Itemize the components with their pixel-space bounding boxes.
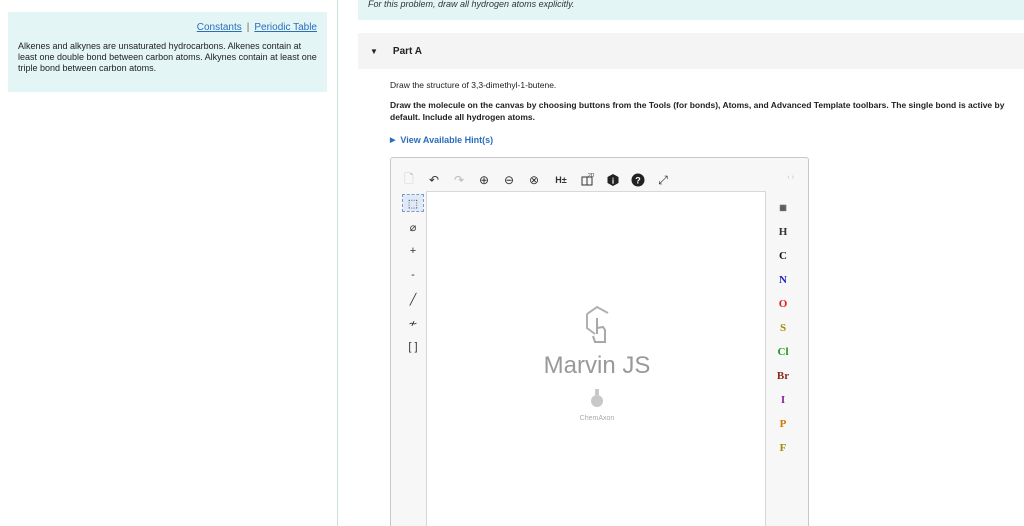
- increase-charge-icon[interactable]: +: [403, 243, 423, 259]
- fullscreen-icon[interactable]: ⤢: [655, 172, 671, 188]
- info-icon[interactable]: i: [605, 172, 621, 188]
- hydrogens-toggle-icon[interactable]: H±: [551, 172, 571, 188]
- periodic-table-link[interactable]: Periodic Table: [254, 22, 317, 33]
- atom-button[interactable]: N: [779, 268, 787, 292]
- bracket-tool-icon[interactable]: [ ]: [403, 339, 423, 355]
- single-bond-icon[interactable]: ╱: [403, 291, 423, 307]
- info-panel: Constants | Periodic Table Alkenes and alk…: [8, 12, 327, 92]
- erase-tool-icon[interactable]: ⌀: [403, 219, 423, 235]
- atom-button[interactable]: S: [780, 316, 786, 340]
- chemaxon-flask-icon: [591, 389, 603, 407]
- help-label: ?: [635, 176, 641, 186]
- periodic-table-icon[interactable]: ▦: [779, 196, 787, 220]
- zoom-in-icon[interactable]: ⊕: [476, 172, 492, 188]
- banner-text: For this problem, draw all hydrogen atom…: [368, 0, 575, 9]
- intro-text: Alkenes and alkynes are unsaturated hydr…: [18, 41, 317, 73]
- marvin-js-title: Marvin JS: [543, 352, 651, 379]
- part-title: Part A: [392, 45, 423, 57]
- atom-button[interactable]: H: [779, 220, 788, 244]
- decrease-charge-icon[interactable]: -: [403, 267, 423, 283]
- marvin-watermark: Marvin JS ChemAxon: [427, 302, 767, 422]
- reference-links: Constants | Periodic Table: [18, 22, 317, 33]
- view-hints-link[interactable]: ▶ View Available Hint(s): [390, 135, 493, 145]
- link-separator: |: [246, 22, 250, 33]
- hints-label: View Available Hint(s): [400, 135, 494, 145]
- redo-icon[interactable]: ↷: [451, 172, 467, 188]
- atom-button[interactable]: F: [780, 436, 787, 460]
- atom-button[interactable]: O: [779, 292, 788, 316]
- atoms-toolbar: ▦ H C N O S Cl Br I P F: [771, 196, 795, 460]
- atom-button[interactable]: Cl: [778, 340, 789, 364]
- atom-button[interactable]: Br: [777, 364, 789, 388]
- constants-link[interactable]: Constants: [197, 22, 242, 33]
- atom-button[interactable]: C: [779, 244, 787, 268]
- collapse-arrow-icon[interactable]: ▼: [370, 47, 378, 56]
- part-a-header[interactable]: ▼ Part A: [358, 33, 1024, 69]
- question-prompt: Draw the structure of 3,3-dimethyl-1-but…: [390, 80, 557, 90]
- undo-icon[interactable]: ↶: [426, 172, 442, 188]
- drawing-instructions: Draw the molecule on the canvas by choos…: [390, 100, 1005, 122]
- help-graphic: ?: [631, 173, 645, 187]
- marvin-editor: 🗋 ↶ ↷ ⊕ ⊖ ⊗ H± 2D i ? ⤢ ‹ › ⬚ ⌀ + - ╱ ≁ …: [390, 157, 809, 526]
- new-document-icon[interactable]: 🗋: [401, 172, 417, 188]
- chemaxon-label: ChemAxon: [579, 415, 615, 422]
- zoom-reset-icon[interactable]: ⊗: [526, 172, 542, 188]
- select-tool-icon[interactable]: ⬚: [402, 194, 424, 212]
- drawing-canvas[interactable]: Marvin JS ChemAxon: [426, 191, 766, 526]
- toolbar-scroll-arrows[interactable]: ‹ ›: [787, 174, 794, 181]
- column-divider: [337, 0, 338, 526]
- clean-2d-graphic: 2D: [581, 173, 595, 186]
- info-graphic: i: [607, 174, 619, 186]
- help-icon[interactable]: ?: [630, 172, 646, 188]
- tools-toolbar: ⬚ ⌀ + - ╱ ≁ [ ]: [401, 194, 425, 355]
- atom-button[interactable]: I: [781, 388, 785, 412]
- clean-2d-label: 2D: [588, 173, 595, 179]
- clean-2d-icon[interactable]: 2D: [580, 172, 596, 188]
- marvin-logo-icon: [586, 305, 609, 343]
- atom-button[interactable]: P: [780, 412, 787, 436]
- expand-arrow-icon: ▶: [390, 137, 396, 144]
- top-toolbar: 🗋 ↶ ↷ ⊕ ⊖ ⊗ H± 2D i ? ⤢: [401, 170, 671, 190]
- chain-tool-icon[interactable]: ≁: [403, 315, 423, 331]
- instructions-banner: For this problem, draw all hydrogen atom…: [358, 0, 1024, 20]
- zoom-out-icon[interactable]: ⊖: [501, 172, 517, 188]
